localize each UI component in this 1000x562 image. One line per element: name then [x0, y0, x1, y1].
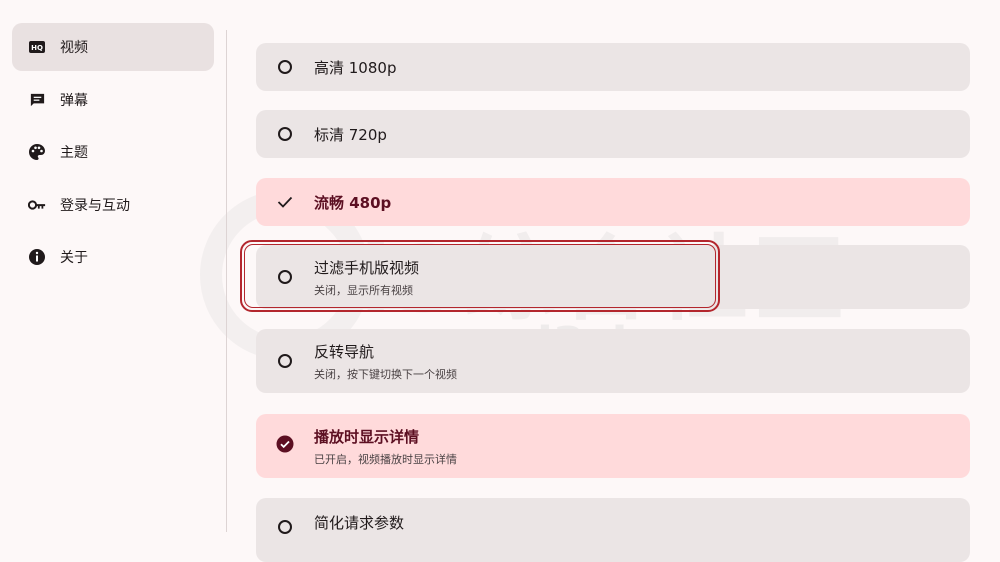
sidebar-item-danmaku[interactable]: 弹幕	[12, 76, 214, 124]
sidebar-item-video[interactable]: HQ 视频	[12, 23, 214, 71]
sidebar-item-label: 弹幕	[60, 93, 88, 109]
comment-icon	[28, 91, 46, 109]
info-icon	[28, 248, 46, 266]
sidebar-item-label: 关于	[60, 250, 88, 266]
setting-title: 标清 720p	[314, 125, 387, 144]
radio-unchecked-icon	[278, 60, 292, 74]
checkmark-icon	[277, 193, 293, 212]
sidebar-item-label: 主题	[60, 145, 88, 161]
sidebar-item-label: 登录与互动	[60, 198, 130, 214]
setting-480p[interactable]: 流畅 480p	[256, 178, 970, 226]
check-circle-icon	[276, 435, 294, 457]
setting-title: 高清 1080p	[314, 58, 397, 77]
setting-title: 流畅 480p	[314, 193, 392, 212]
radio-unchecked-icon	[278, 520, 292, 534]
radio-unchecked-icon	[278, 127, 292, 141]
setting-subtitle: 关闭，按下键切换下一个视频	[314, 367, 457, 381]
sidebar-divider	[226, 30, 227, 532]
setting-title: 简化请求参数	[314, 514, 405, 532]
key-icon	[28, 196, 46, 214]
setting-title: 播放时显示详情	[314, 427, 420, 446]
sidebar-item-about[interactable]: 关于	[12, 233, 214, 281]
setting-title: 反转导航	[314, 342, 375, 361]
sidebar-item-login[interactable]: 登录与互动	[12, 181, 214, 229]
setting-subtitle: 已开启，视频播放时显示详情	[314, 452, 457, 466]
hq-icon: HQ	[28, 38, 46, 56]
setting-1080p[interactable]: 高清 1080p	[256, 43, 970, 91]
focus-highlight	[240, 240, 720, 312]
setting-720p[interactable]: 标清 720p	[256, 110, 970, 158]
setting-show-details[interactable]: 播放时显示详情 已开启，视频播放时显示详情	[256, 414, 970, 478]
svg-text:HQ: HQ	[31, 44, 43, 52]
setting-reverse-navigation[interactable]: 反转导航 关闭，按下键切换下一个视频	[256, 329, 970, 393]
sidebar: HQ 视频 弹幕 主题 登录与互动 关于	[0, 0, 226, 562]
sidebar-item-label: 视频	[60, 40, 88, 56]
radio-unchecked-icon	[278, 354, 292, 368]
setting-simplify-request[interactable]: 简化请求参数	[256, 498, 970, 562]
palette-icon	[28, 143, 46, 161]
sidebar-item-theme[interactable]: 主题	[12, 128, 214, 176]
